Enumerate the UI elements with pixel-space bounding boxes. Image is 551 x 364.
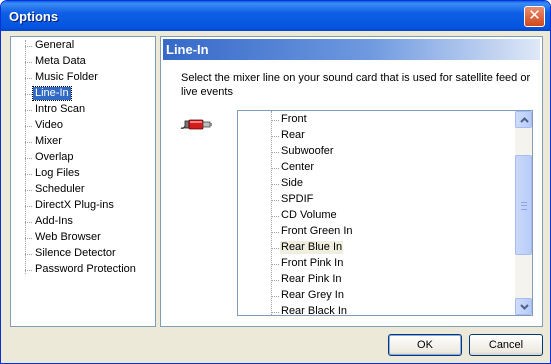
nav-item-label: Log Files — [35, 167, 80, 179]
mixer-line-item[interactable]: Rear Grey In — [271, 288, 511, 304]
mixer-line-label: Front — [281, 113, 307, 125]
mixer-line-item[interactable]: Rear Pink In — [271, 272, 511, 288]
mixer-line-list[interactable]: Front Rear Subwoofer Center Side SPDIF CD Volu… — [237, 110, 533, 316]
mixer-line-label: Center — [281, 161, 315, 173]
nav-item-line-in[interactable]: Line-In — [25, 86, 153, 102]
audio-plug-icon — [180, 119, 212, 130]
mixer-line-label: CD Volume — [281, 209, 337, 221]
nav-item-label: Silence Detector — [35, 247, 116, 259]
mixer-line-label: Subwoofer — [281, 145, 334, 157]
nav-item-label: Web Browser — [35, 231, 101, 243]
nav-item-video[interactable]: Video — [25, 118, 153, 134]
panel-description: Select the mixer line on your sound card… — [181, 72, 531, 98]
cancel-button[interactable]: Cancel — [469, 334, 543, 356]
mixer-line-label: Rear — [281, 129, 305, 141]
nav-item-label: DirectX Plug-ins — [35, 199, 114, 211]
chevron-up-icon — [520, 117, 529, 123]
title-bar[interactable]: Options ✕ — [1, 1, 550, 31]
nav-item-password-protection[interactable]: Password Protection — [25, 262, 153, 278]
options-nav-tree: General Meta Data Music Folder Line-In Intro… — [10, 36, 156, 327]
nav-item-add-ins[interactable]: Add-Ins — [25, 214, 153, 230]
chevron-down-icon — [520, 304, 529, 310]
close-button[interactable]: ✕ — [524, 6, 545, 27]
panel-title: Line-In — [166, 42, 209, 57]
scroll-down-button[interactable] — [515, 298, 532, 315]
nav-item-intro-scan[interactable]: Intro Scan — [25, 102, 153, 118]
mixer-line-item[interactable]: Rear Black In — [271, 304, 511, 316]
nav-item-label: Line-In — [32, 86, 72, 101]
nav-item-mixer[interactable]: Mixer — [25, 134, 153, 150]
mixer-line-item[interactable]: SPDIF — [271, 192, 511, 208]
scroll-thumb[interactable] — [515, 155, 532, 255]
nav-item-label: Music Folder — [35, 71, 98, 83]
nav-item-label: General — [35, 39, 75, 51]
mixer-line-item[interactable]: Subwoofer — [271, 144, 511, 160]
nav-item-log-files[interactable]: Log Files — [25, 166, 153, 182]
mixer-line-label: Front Pink In — [281, 257, 344, 269]
mixer-line-label: Rear Pink In — [281, 273, 342, 285]
mixer-line-item[interactable]: Rear Blue In — [271, 240, 511, 256]
nav-item-label: Overlap — [35, 151, 74, 163]
line-in-panel: Line-In Select the mixer line on your so… — [160, 36, 543, 327]
nav-item-music-folder[interactable]: Music Folder — [25, 70, 153, 86]
nav-item-meta-data[interactable]: Meta Data — [25, 54, 153, 70]
nav-item-overlap[interactable]: Overlap — [25, 150, 153, 166]
vertical-scrollbar[interactable] — [515, 111, 532, 315]
ok-button[interactable]: OK — [388, 334, 462, 356]
nav-item-label: Add-Ins — [35, 215, 73, 227]
mixer-line-item[interactable]: Side — [271, 176, 511, 192]
mixer-line-label: Rear Grey In — [281, 289, 344, 301]
window-title: Options — [9, 9, 59, 24]
nav-item-label: Scheduler — [35, 183, 85, 195]
mixer-line-label: Rear Black In — [281, 305, 348, 316]
nav-item-label: Password Protection — [35, 263, 136, 275]
nav-item-silence-detector[interactable]: Silence Detector — [25, 246, 153, 262]
mixer-line-item[interactable]: Front Pink In — [271, 256, 511, 272]
mixer-line-item[interactable]: Front — [271, 112, 511, 128]
mixer-line-label: Rear Blue In — [280, 241, 344, 254]
nav-item-web-browser[interactable]: Web Browser — [25, 230, 153, 246]
nav-item-label: Meta Data — [35, 55, 86, 67]
mixer-line-label: Front Green In — [281, 225, 353, 237]
mixer-line-label: Side — [281, 177, 304, 189]
nav-item-label: Mixer — [35, 135, 62, 147]
nav-item-label: Video — [35, 119, 63, 131]
nav-item-scheduler[interactable]: Scheduler — [25, 182, 153, 198]
nav-item-directx-plug-ins[interactable]: DirectX Plug-ins — [25, 198, 153, 214]
close-icon: ✕ — [528, 7, 541, 24]
options-dialog: Options ✕ General Meta Data Music Folder Li… — [0, 0, 551, 364]
mixer-line-item[interactable]: Front Green In — [271, 224, 511, 240]
mixer-line-item[interactable]: CD Volume — [271, 208, 511, 224]
scroll-up-button[interactable] — [515, 111, 532, 128]
nav-item-label: Intro Scan — [35, 103, 86, 115]
mixer-line-item[interactable]: Center — [271, 160, 511, 176]
mixer-line-label: SPDIF — [281, 193, 314, 205]
nav-item-general[interactable]: General — [25, 38, 153, 54]
mixer-line-item[interactable]: Rear — [271, 128, 511, 144]
panel-header: Line-In — [163, 39, 540, 60]
